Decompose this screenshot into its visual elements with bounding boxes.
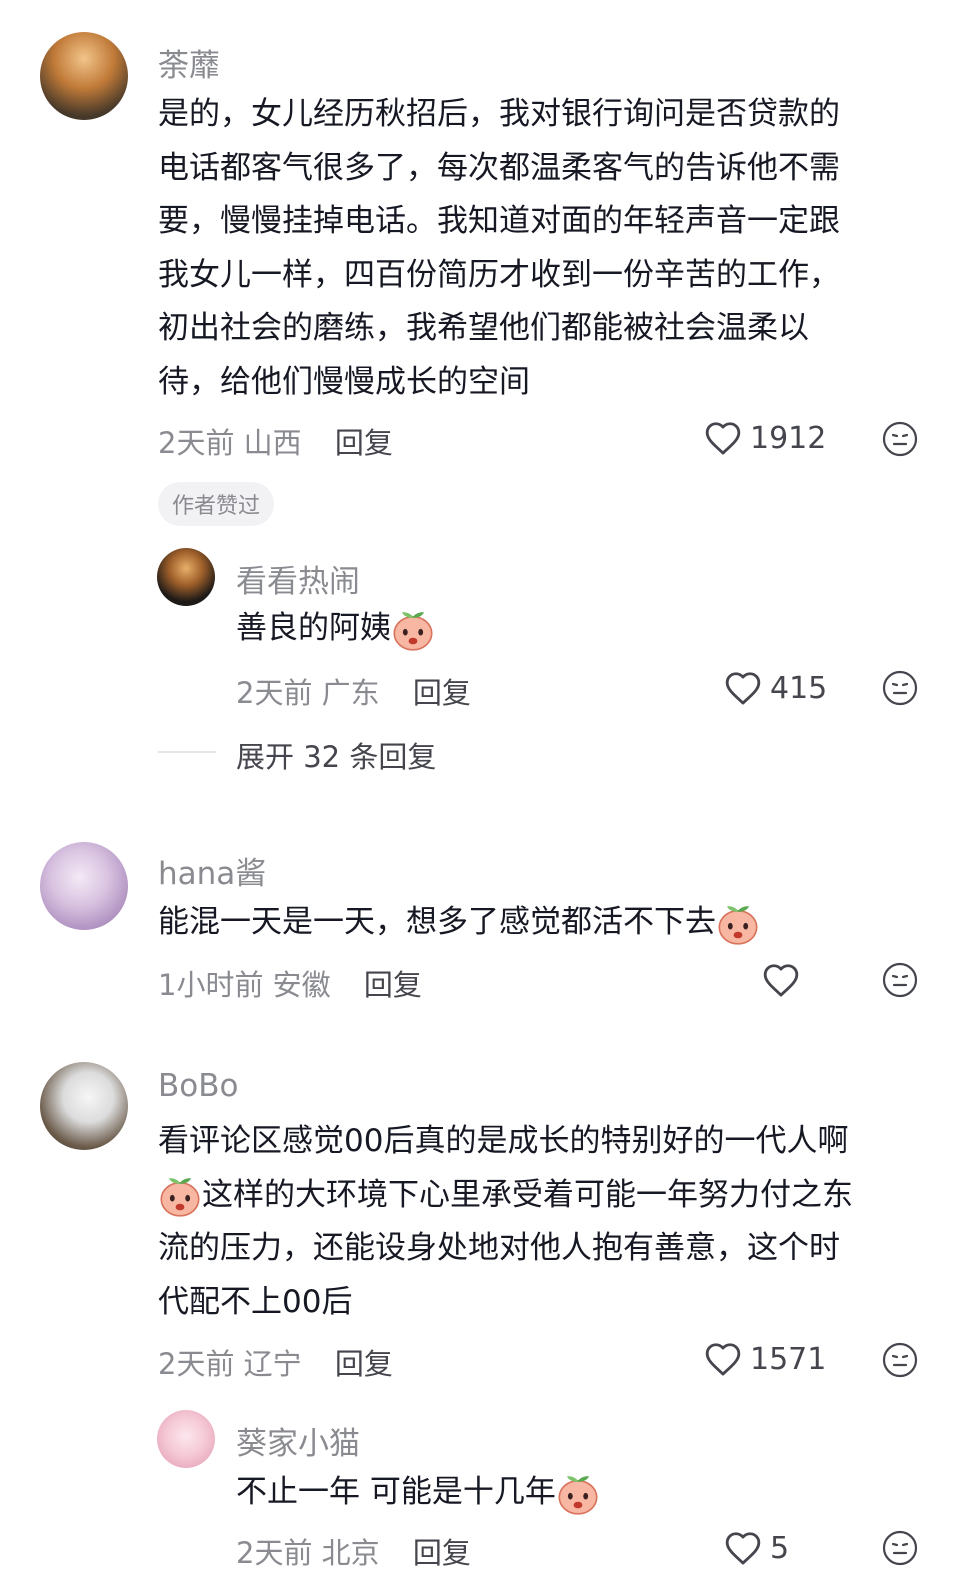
like-button[interactable] bbox=[762, 962, 808, 998]
comment-line: 看评论区感觉00后真的是成长的特别好的一代人啊 bbox=[158, 1123, 849, 1159]
comment-time: 2天前 bbox=[158, 1347, 235, 1381]
user-avatar[interactable] bbox=[40, 32, 128, 120]
heart-outline-icon bbox=[724, 1530, 762, 1566]
comment-location: 安徽 bbox=[272, 968, 331, 1002]
reply-author[interactable]: 葵家小猫 bbox=[236, 1418, 360, 1463]
comment-author[interactable]: hana酱 bbox=[158, 848, 266, 893]
peach-emoji-icon bbox=[391, 608, 435, 652]
reply-text-content: 不止一年 可能是十几年 bbox=[236, 1474, 556, 1510]
comment-line: 这样的大环境下心里承受着可能一年努力付之东 bbox=[158, 1169, 853, 1223]
expand-replies-button[interactable]: 展开 32 条回复 bbox=[236, 734, 436, 776]
like-count: 415 bbox=[770, 670, 828, 706]
comment-time: 2天前 bbox=[158, 426, 235, 460]
heart-outline-icon bbox=[762, 962, 800, 998]
comment-location: 山西 bbox=[243, 426, 302, 460]
reply-location: 广东 bbox=[321, 676, 380, 710]
neutral-face-icon[interactable] bbox=[882, 421, 918, 457]
like-count: 5 bbox=[770, 1530, 790, 1566]
user-avatar[interactable] bbox=[157, 548, 215, 606]
comment-line: 初出社会的磨练，我希望他们都能被社会温柔以 bbox=[158, 310, 809, 346]
reply-button[interactable]: 回复 bbox=[335, 426, 393, 460]
reply-time: 2天前 bbox=[236, 676, 313, 710]
reply-meta: 2天前 北京 回复 bbox=[236, 1530, 471, 1572]
comment-text: 看评论区感觉00后真的是成长的特别好的一代人啊 这样的大环境下心里承受着可能一年… bbox=[158, 1115, 853, 1329]
comment-text: 能混一天是一天，想多了感觉都活不下去 bbox=[158, 896, 760, 950]
comment-meta: 2天前 山西 回复 bbox=[158, 420, 393, 462]
comment-line: 流的压力，还能设身处地对他人抱有善意，这个时 bbox=[158, 1230, 840, 1266]
comment-text: 是的，女儿经历秋招后，我对银行询问是否贷款的 电话都客气很多了，每次都温柔客气的… bbox=[158, 88, 840, 409]
reply-location: 北京 bbox=[321, 1536, 380, 1570]
reply-text: 善良的阿姨 bbox=[236, 602, 435, 656]
like-button[interactable]: 1571 bbox=[704, 1341, 826, 1377]
comment-time: 1小时前 bbox=[158, 968, 264, 1002]
peach-emoji-icon bbox=[556, 1472, 600, 1516]
reply-button[interactable]: 回复 bbox=[364, 968, 422, 1002]
reply-button[interactable]: 回复 bbox=[413, 676, 471, 710]
comment-line: 要，慢慢挂掉电话。我知道对面的年轻声音一定跟 bbox=[158, 203, 840, 239]
comment-location: 辽宁 bbox=[243, 1347, 302, 1381]
like-button[interactable]: 1912 bbox=[704, 420, 826, 456]
neutral-face-icon[interactable] bbox=[882, 670, 918, 706]
reply-time: 2天前 bbox=[236, 1536, 313, 1570]
divider bbox=[158, 751, 216, 753]
reply-text-content: 善良的阿姨 bbox=[236, 610, 391, 646]
reply-button[interactable]: 回复 bbox=[335, 1347, 393, 1381]
like-button[interactable]: 415 bbox=[724, 670, 827, 706]
neutral-face-icon[interactable] bbox=[882, 1342, 918, 1378]
comment-line-text: 这样的大环境下心里承受着可能一年努力付之东 bbox=[202, 1176, 853, 1213]
like-count: 1912 bbox=[750, 420, 827, 456]
reply-meta: 2天前 广东 回复 bbox=[236, 670, 471, 712]
user-avatar[interactable] bbox=[40, 842, 128, 930]
user-avatar[interactable] bbox=[157, 1410, 215, 1468]
comment-author[interactable]: BoBo bbox=[158, 1068, 238, 1104]
comment-line: 待，给他们慢慢成长的空间 bbox=[158, 363, 530, 400]
comment-line: 电话都客气很多了，每次都温柔客气的告诉他不需 bbox=[158, 149, 840, 186]
comment-line: 我女儿一样，四百份简历才收到一份辛苦的工作， bbox=[158, 256, 840, 293]
comment-text-content: 能混一天是一天，想多了感觉都活不下去 bbox=[158, 904, 716, 940]
heart-outline-icon bbox=[704, 420, 742, 456]
author-liked-badge: 作者赞过 bbox=[158, 482, 275, 526]
like-button[interactable]: 5 bbox=[724, 1530, 789, 1566]
peach-emoji-icon bbox=[158, 1174, 202, 1218]
reply-author[interactable]: 看看热闹 bbox=[236, 556, 360, 601]
comment-line: 是的，女儿经历秋招后，我对银行询问是否贷款的 bbox=[158, 96, 840, 132]
neutral-face-icon[interactable] bbox=[882, 1530, 918, 1566]
heart-outline-icon bbox=[704, 1341, 742, 1377]
like-count: 1571 bbox=[750, 1341, 827, 1377]
comment-author[interactable]: 荼蘼 bbox=[158, 40, 220, 85]
neutral-face-icon[interactable] bbox=[882, 962, 918, 998]
comment-line: 代配不上00后 bbox=[158, 1283, 353, 1320]
heart-outline-icon bbox=[724, 670, 762, 706]
reply-text: 不止一年 可能是十几年 bbox=[236, 1466, 600, 1520]
user-avatar[interactable] bbox=[40, 1062, 128, 1150]
crying-peach-emoji-icon bbox=[716, 902, 760, 946]
comment-meta: 1小时前 安徽 回复 bbox=[158, 962, 422, 1004]
reply-button[interactable]: 回复 bbox=[413, 1536, 471, 1570]
comment-meta: 2天前 辽宁 回复 bbox=[158, 1341, 393, 1383]
